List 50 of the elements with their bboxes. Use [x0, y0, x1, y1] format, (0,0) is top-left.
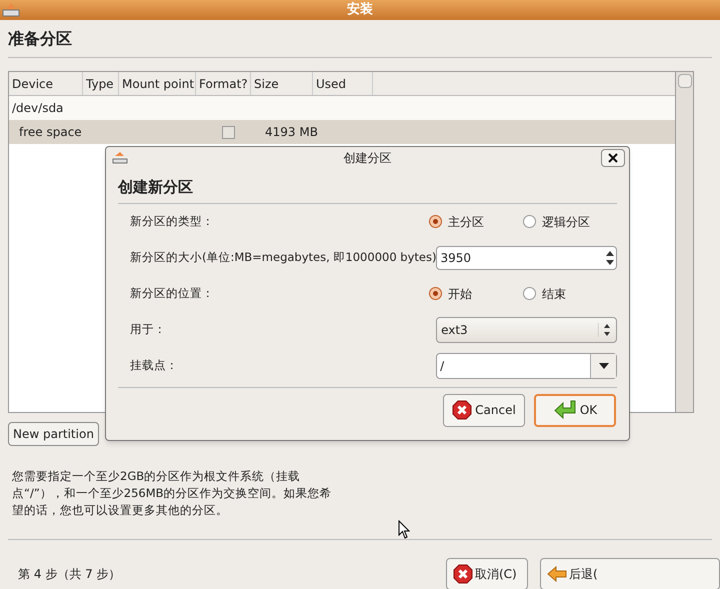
- dropdown-arrow-icon: [598, 362, 608, 368]
- field-label: 挂载点：: [130, 356, 179, 374]
- back-button[interactable]: 后退(: [540, 558, 720, 589]
- window-title: 安装: [347, 0, 373, 20]
- radio-label[interactable]: 逻辑分区: [542, 212, 590, 230]
- page-heading: 准备分区: [8, 28, 73, 50]
- column-header[interactable]: Used: [313, 72, 373, 95]
- column-header[interactable]: Size: [251, 72, 313, 95]
- ok-button[interactable]: OK: [534, 394, 616, 426]
- mouse-pointer-icon: [398, 520, 410, 539]
- dialog-icon: [112, 149, 128, 165]
- filesystem-select[interactable]: ext3: [436, 316, 617, 342]
- dialog-heading: 创建新分区: [118, 177, 194, 198]
- field-label: 新分区的位置：: [130, 284, 215, 302]
- column-header[interactable]: Mount point: [119, 72, 196, 95]
- table-row[interactable]: /dev/sda: [9, 96, 675, 120]
- radio-button[interactable]: [429, 287, 442, 300]
- new-partition-button[interactable]: New partition: [8, 422, 99, 446]
- mount-point-combo[interactable]: /: [436, 352, 617, 378]
- field-label: 新分区的类型：: [130, 212, 215, 230]
- column-header[interactable]: Type: [83, 72, 119, 95]
- column-header[interactable]: Device: [9, 72, 83, 95]
- cancel-button[interactable]: 取消(C): [446, 558, 528, 589]
- dialog-title: 创建分区: [344, 150, 392, 167]
- table-row[interactable]: free space 4193 MB: [9, 120, 675, 144]
- cancel-button[interactable]: Cancel: [443, 394, 525, 426]
- device-cell-text: /dev/sda: [11, 100, 64, 117]
- radio-button[interactable]: [523, 287, 536, 300]
- step-label: 第 4 步（共 7 步）: [18, 566, 121, 583]
- radio-label[interactable]: 主分区: [448, 212, 484, 230]
- column-header[interactable]: Format?: [196, 72, 251, 95]
- close-button[interactable]: [601, 149, 625, 167]
- cancel-icon: [453, 564, 473, 584]
- size-spin-field[interactable]: 3950: [436, 246, 617, 270]
- scrollbar[interactable]: [676, 71, 694, 413]
- radio-button[interactable]: [523, 215, 536, 228]
- radio-label[interactable]: 开始: [448, 284, 472, 302]
- radio-button[interactable]: [429, 215, 442, 228]
- size-cell-text: 4193 MB: [264, 124, 318, 141]
- format-checkbox[interactable]: [222, 126, 235, 138]
- description-text: 您需要指定一个至少2GB的分区作为根文件系统（挂载点“/”），和一个至少256MB的分区作为交换空间。如果您希望的话，您也可以设置更多其他的分区。: [12, 468, 333, 519]
- cancel-icon: [452, 400, 472, 420]
- device-cell-text: free space: [18, 124, 83, 141]
- field-label: 新分区的大小(单位:MB=megabytes, 即1000000 bytes): [130, 248, 436, 266]
- close-icon: [608, 153, 618, 163]
- enter-arrow-icon: [552, 400, 577, 420]
- field-label: 用于：: [130, 320, 167, 338]
- left-arrow-icon: [547, 566, 567, 582]
- radio-label[interactable]: 结束: [542, 284, 566, 302]
- installer-icon: [2, 1, 20, 17]
